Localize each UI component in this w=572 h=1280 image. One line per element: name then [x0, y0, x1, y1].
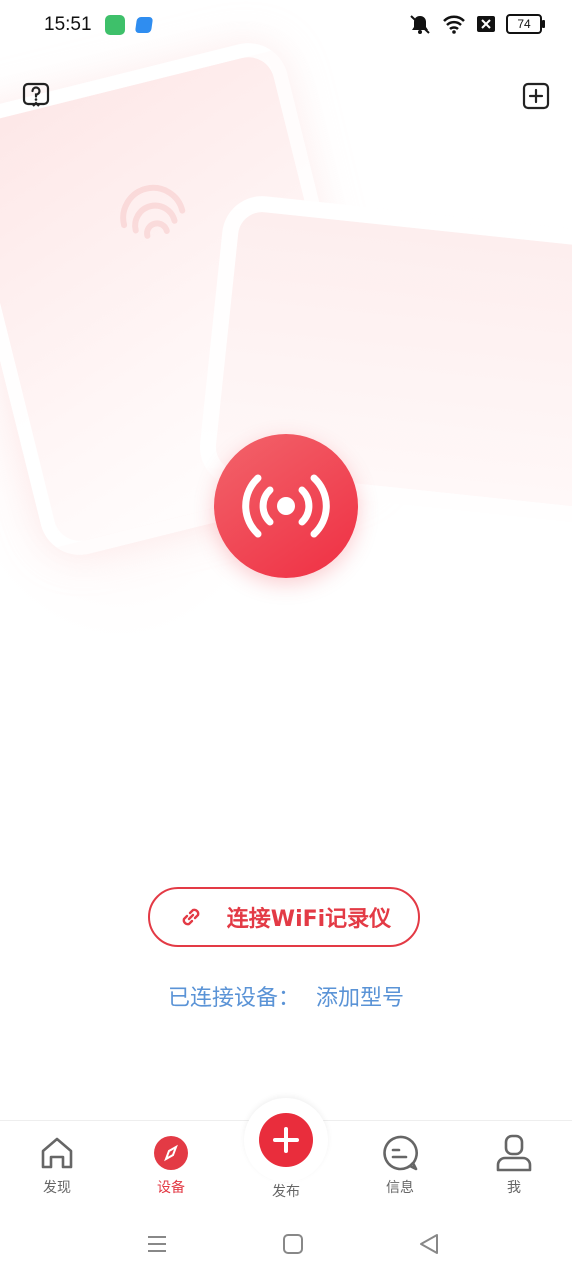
publish-button[interactable]: [259, 1113, 313, 1167]
user-icon: [496, 1134, 532, 1172]
status-time: 15:51: [44, 14, 92, 35]
broadcast-button[interactable]: [214, 434, 358, 578]
broadcast-icon: [242, 474, 330, 538]
nav-label-publish: 发布: [272, 1184, 300, 1200]
nav-label-device: 设备: [157, 1180, 185, 1196]
plus-icon: [273, 1127, 299, 1153]
connected-devices-label: 已连接设备：: [167, 986, 300, 1011]
nav-item-messages[interactable]: 信息: [350, 1133, 450, 1197]
link-icon: [182, 908, 200, 926]
home-square-icon[interactable]: [281, 1232, 305, 1256]
nav-item-discover[interactable]: 发现: [7, 1133, 107, 1197]
nav-label-messages: 信息: [386, 1180, 414, 1196]
sim-off-icon: [477, 16, 495, 32]
wifi-icon: [443, 15, 465, 34]
add-square-icon[interactable]: [522, 82, 550, 110]
chat-icon: [383, 1135, 418, 1171]
status-bar: 15:51 74: [0, 0, 572, 52]
connected-devices-line: 已连接设备： 添加型号: [0, 980, 572, 1012]
nav-item-me[interactable]: 我: [464, 1133, 564, 1197]
menu-icon[interactable]: [145, 1232, 169, 1256]
add-model-link[interactable]: 添加型号: [316, 986, 404, 1011]
connect-button-label: 连接WiFi记录仪: [226, 907, 392, 932]
background-decoration: [0, 0, 572, 700]
app-notification-icon-2: [134, 17, 154, 33]
app-notification-icon: [105, 15, 125, 35]
connect-wifi-recorder-button[interactable]: 连接WiFi记录仪: [148, 887, 420, 947]
home-icon: [41, 1137, 73, 1169]
battery-icon: 74: [506, 14, 545, 34]
nav-label-me: 我: [507, 1180, 521, 1196]
compass-icon: [154, 1136, 188, 1170]
nav-item-device[interactable]: 设备: [121, 1133, 221, 1197]
nav-label-discover: 发现: [43, 1180, 71, 1196]
back-icon[interactable]: [417, 1232, 441, 1256]
mute-icon: [410, 15, 430, 34]
system-nav-bar: [0, 1222, 572, 1272]
help-icon[interactable]: [22, 82, 50, 110]
